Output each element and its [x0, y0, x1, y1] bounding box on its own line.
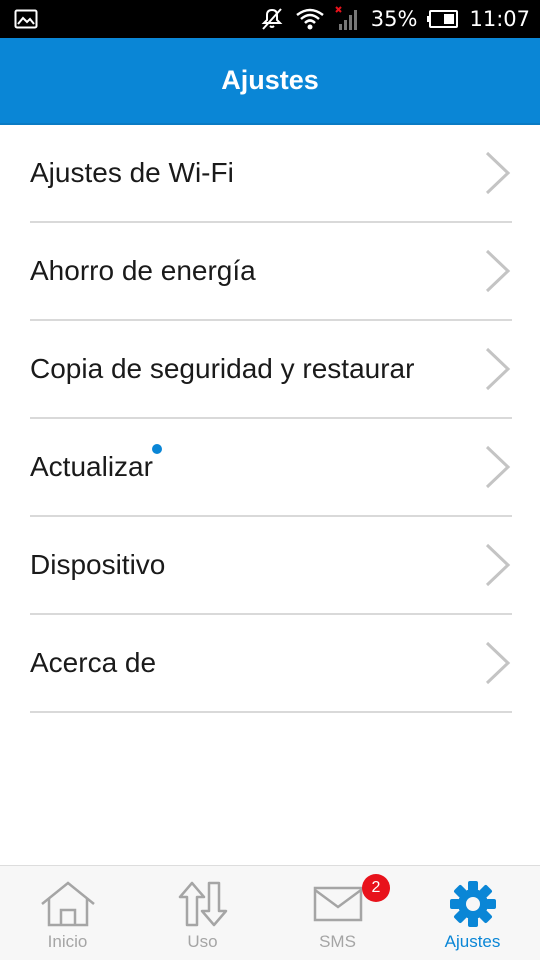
bottom-nav: Inicio Uso SMS 2 Ajustes: [0, 865, 540, 960]
chevron-right-icon: [484, 543, 512, 587]
settings-list: Ajustes de Wi-Fi Ahorro de energía Copia…: [0, 125, 540, 713]
sms-badge: 2: [362, 874, 390, 902]
app-header: Ajustes: [0, 38, 540, 125]
chevron-right-icon: [484, 445, 512, 489]
settings-item-label: Ajustes de Wi-Fi: [30, 157, 234, 188]
nav-label: Uso: [187, 932, 218, 951]
settings-item-update[interactable]: Actualizar: [30, 419, 512, 517]
chevron-right-icon: [484, 347, 512, 391]
chevron-right-icon: [484, 151, 512, 195]
settings-item-label: Ahorro de energía: [30, 255, 256, 286]
battery-percent: 35%: [370, 7, 418, 31]
nav-item-uso[interactable]: Uso: [135, 866, 270, 960]
notification-dot: [151, 444, 162, 454]
battery-icon: [427, 9, 459, 29]
page-title: Ajustes: [221, 65, 319, 95]
wifi-icon: [295, 7, 325, 31]
nav-label: SMS: [319, 932, 356, 951]
gallery-icon: [14, 9, 38, 29]
settings-item-wifi[interactable]: Ajustes de Wi-Fi: [30, 125, 512, 223]
gear-icon: [449, 880, 497, 928]
settings-item-backup-restore[interactable]: Copia de seguridad y restaurar: [30, 321, 512, 419]
chevron-right-icon: [484, 249, 512, 293]
nav-item-sms[interactable]: SMS 2: [270, 866, 405, 960]
status-bar: 35% 11:07: [0, 0, 540, 38]
nav-item-inicio[interactable]: Inicio: [0, 866, 135, 960]
nav-label: Ajustes: [444, 932, 501, 951]
settings-item-power-saving[interactable]: Ahorro de energía: [30, 223, 512, 321]
usage-arrows-icon: [176, 880, 230, 928]
mute-icon: [259, 6, 285, 32]
nav-item-ajustes[interactable]: Ajustes: [405, 866, 540, 960]
home-icon: [39, 880, 97, 928]
settings-item-label: Copia de seguridad y restaurar: [30, 353, 415, 384]
chevron-right-icon: [484, 641, 512, 685]
settings-item-label-wrap: Actualizar: [30, 444, 162, 483]
envelope-icon: [313, 880, 363, 928]
settings-item-device[interactable]: Dispositivo: [30, 517, 512, 615]
signal-icon: [335, 6, 361, 32]
settings-item-label: Acerca de: [30, 647, 157, 678]
settings-item-label: Actualizar: [30, 451, 153, 482]
settings-item-about[interactable]: Acerca de: [30, 615, 512, 713]
nav-label: Inicio: [47, 932, 88, 951]
settings-item-label: Dispositivo: [30, 549, 166, 580]
clock: 11:07: [469, 7, 530, 31]
